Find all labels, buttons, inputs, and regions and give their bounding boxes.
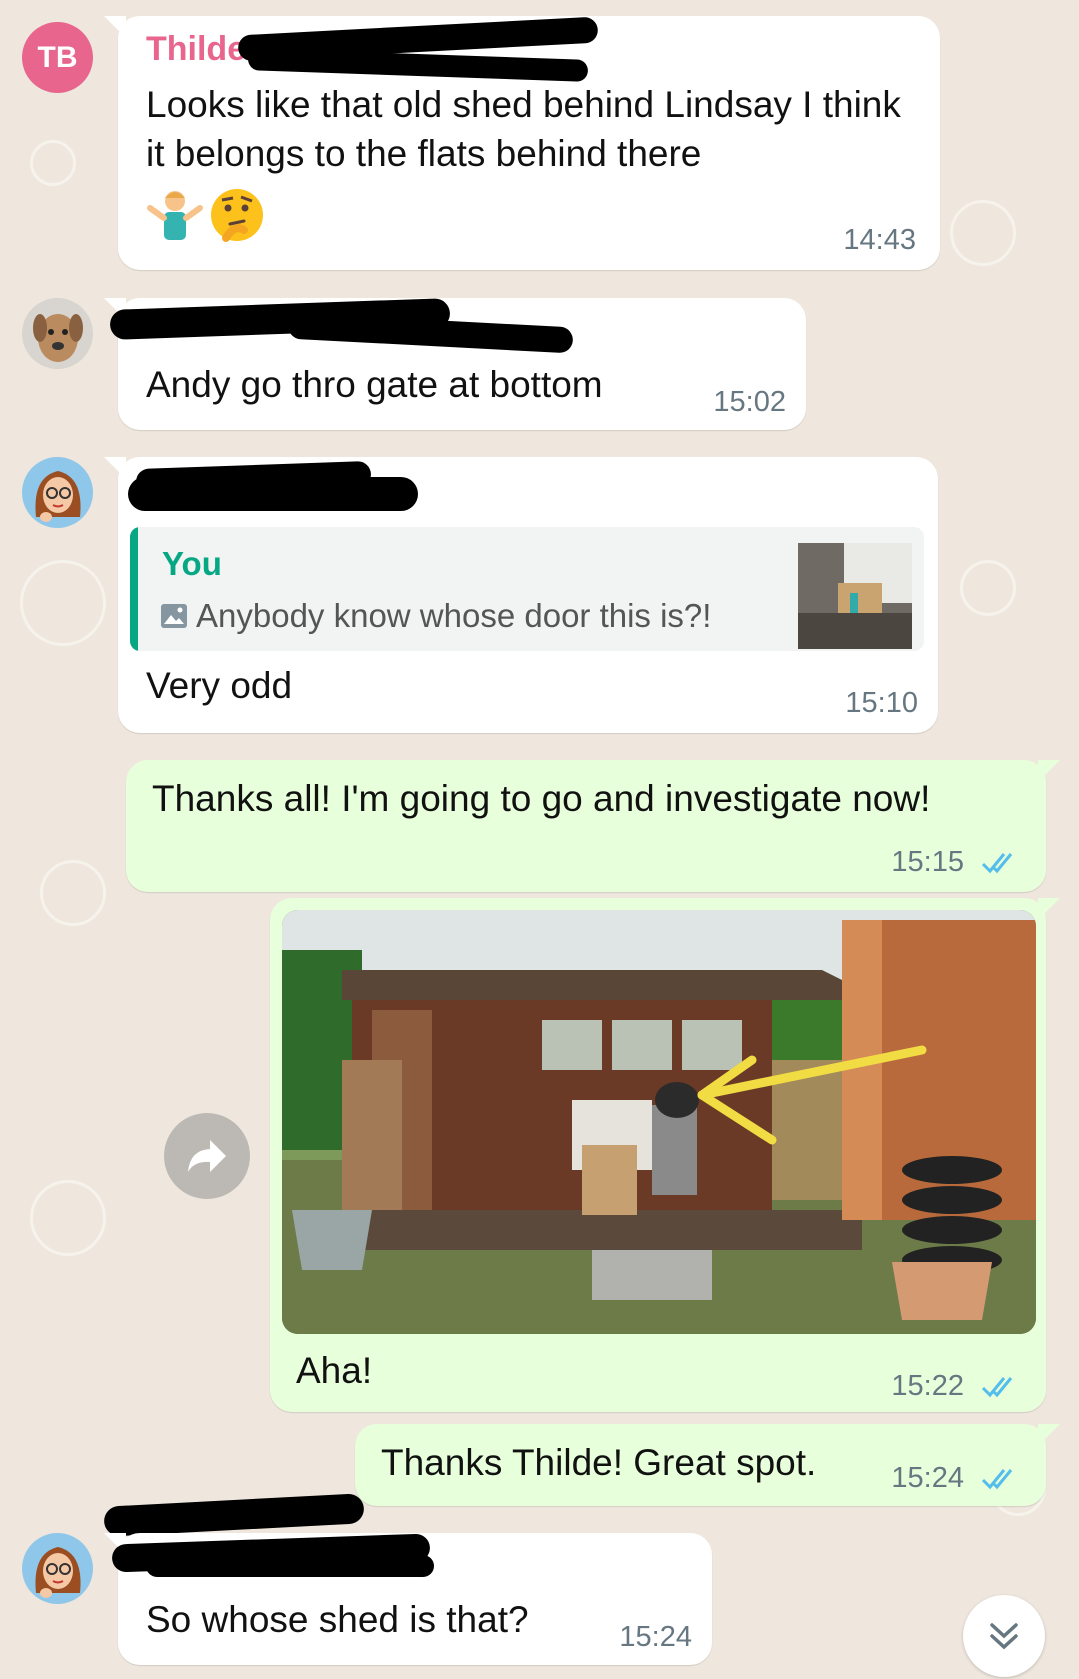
message-bubble-incoming[interactable]: Andy go thro gate at bottom 15:02 [104,298,806,430]
read-ticks-icon [981,1377,1013,1398]
avatar-dog-photo[interactable] [22,298,93,369]
thinking-face-icon [211,189,263,242]
scroll-to-bottom-button[interactable] [963,1595,1045,1677]
read-ticks-icon [981,853,1013,874]
message-time: 15:22 [891,1370,964,1402]
message-time: 15:10 [845,687,918,719]
door-box-thumbnail-icon [798,543,912,649]
avatar-cartoon-woman[interactable] [22,1533,93,1604]
shed-photo[interactable] [282,910,1036,1334]
read-ticks-icon [981,1469,1013,1490]
shed-photo-image [282,910,1036,1334]
quoted-message[interactable]: You Anybody know whose door this is?! [130,527,924,651]
quote-thumbnail [798,543,912,649]
message-bubble-outgoing-photo[interactable]: Aha! 15:22 [270,898,1060,1412]
message-text: Thanks all! I'm going to go and investig… [152,778,931,819]
avatar-tb[interactable]: TB [22,22,93,93]
forward-button[interactable] [164,1113,250,1199]
message-time: 14:43 [843,224,916,256]
redaction-mark [146,1555,434,1577]
message-time: 15:24 [619,1621,692,1653]
cartoon-woman-avatar-icon [35,1547,81,1598]
message-time: 15:24 [891,1462,964,1494]
message-bubble-outgoing[interactable]: Thanks all! I'm going to go and investig… [126,760,1060,892]
message-text: Thanks Thilde! Great spot. [381,1442,817,1483]
quote-accent-bar [130,527,138,651]
avatar-cartoon-woman[interactable] [22,457,93,528]
forward-arrow-icon [188,1140,226,1172]
emoji-row [146,186,276,246]
message-text: So whose shed is that? [146,1599,529,1640]
cartoon-woman-avatar-icon [35,471,81,522]
message-time: 15:02 [713,386,786,418]
redaction-mark [128,477,418,511]
sender-name: Thilde [146,30,247,68]
person-shrugging-icon [147,191,203,240]
quote-text: Anybody know whose door this is?! [196,597,712,634]
redaction-mark [247,48,589,82]
message-bubble-incoming[interactable]: So whose shed is that? 15:24 [104,1533,712,1665]
message-text: Looks like that old shed behind Lindsay … [146,84,901,174]
message-bubble-outgoing[interactable]: Thanks Thilde! Great spot. 15:24 [355,1424,1060,1506]
quote-author: You [162,545,222,582]
double-chevron-down-icon [990,1623,1018,1650]
message-text: Andy go thro gate at bottom [146,364,603,405]
message-time: 15:15 [891,846,964,878]
photo-caption: Aha! [296,1350,373,1391]
dog-photo-icon [33,314,83,362]
image-icon [161,604,187,628]
message-text: Very odd [146,665,293,706]
message-bubble-incoming[interactable]: You Anybody know whose door this is?! Ve… [104,457,938,733]
message-bubble-incoming[interactable]: Thilde Looks like that old shed behind L… [104,16,940,270]
